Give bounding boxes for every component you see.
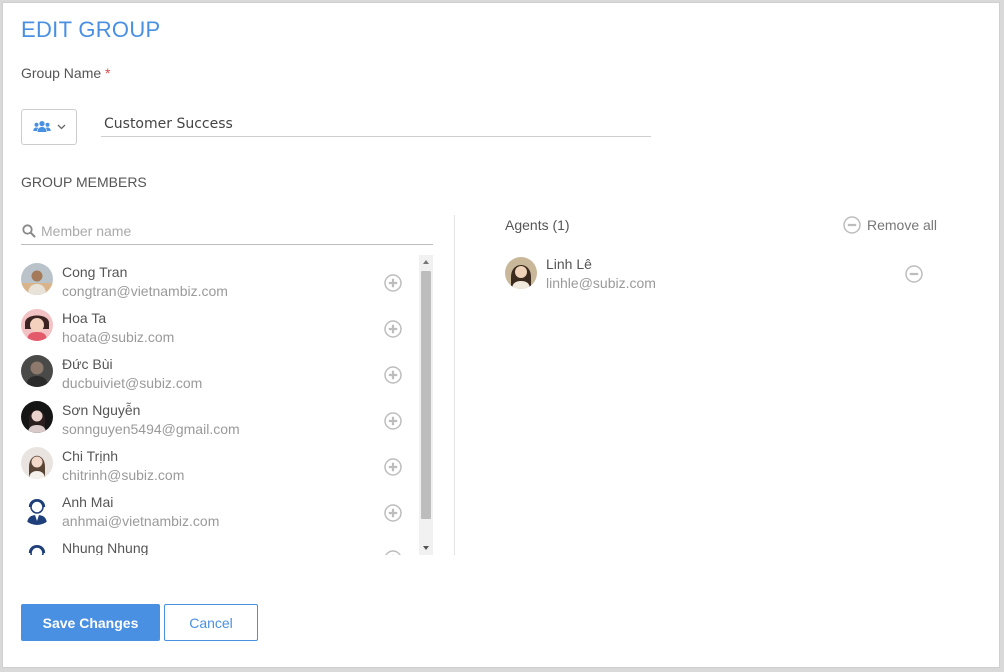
- scroll-up-icon[interactable]: [419, 255, 433, 269]
- scroll-down-icon[interactable]: [419, 541, 433, 555]
- list-item: Hoa Ta hoata@subiz.com: [21, 301, 416, 347]
- remove-all-button[interactable]: Remove all: [843, 216, 937, 234]
- member-name: Hoa Ta: [62, 310, 107, 326]
- member-name: Nhung Nhung: [62, 540, 149, 555]
- list-item: Đức Bùi ducbuiviet@subiz.com: [21, 347, 416, 393]
- avatar: [21, 401, 53, 433]
- avatar: [21, 355, 53, 387]
- member-search: [21, 218, 433, 245]
- member-search-input[interactable]: [41, 220, 421, 242]
- save-changes-button[interactable]: Save Changes: [21, 604, 160, 641]
- agents-count: Agents (1): [505, 217, 570, 233]
- add-member-icon[interactable]: [384, 412, 402, 430]
- agent-item: Linh Lê linhle@subiz.com: [505, 251, 925, 297]
- member-name: Chi Trịnh: [62, 448, 119, 464]
- scrollbar-thumb[interactable]: [421, 271, 431, 519]
- list-item: Anh Mai anhmai@vietnambiz.com: [21, 485, 416, 531]
- list-item: Chi Trịnh chitrinh@subiz.com: [21, 439, 416, 485]
- minus-circle-icon: [843, 216, 861, 234]
- chevron-down-icon: [57, 124, 65, 130]
- agent-name: Linh Lê: [546, 256, 592, 272]
- avatar: [21, 447, 53, 479]
- member-email: congtran@vietnambiz.com: [62, 283, 228, 299]
- group-icon-picker[interactable]: [21, 109, 77, 145]
- member-name: Cong Tran: [62, 264, 128, 280]
- group-name-label-text: Group Name: [21, 65, 102, 81]
- member-list: Cong Tran congtran@vietnambiz.com Hoa Ta…: [21, 255, 416, 555]
- member-name: Sơn Nguyễn: [62, 402, 141, 418]
- add-member-icon[interactable]: [384, 274, 402, 292]
- page-title: EDIT GROUP: [21, 17, 161, 42]
- add-member-icon[interactable]: [384, 320, 402, 338]
- member-email: hoata@subiz.com: [62, 329, 175, 345]
- member-name: Đức Bùi: [62, 356, 113, 372]
- avatar: [505, 257, 537, 289]
- users-icon: [32, 121, 51, 132]
- member-email: sonnguyen5494@gmail.com: [62, 421, 240, 437]
- avatar: [21, 493, 53, 525]
- member-email: ducbuiviet@subiz.com: [62, 375, 203, 391]
- member-list-scrollbar[interactable]: [419, 255, 433, 555]
- agent-email: linhle@subiz.com: [546, 275, 656, 291]
- search-icon: [22, 224, 36, 238]
- list-item: Cong Tran congtran@vietnambiz.com: [21, 255, 416, 301]
- add-member-icon[interactable]: [384, 458, 402, 476]
- avatar: [21, 309, 53, 341]
- group-name-input[interactable]: [101, 111, 651, 137]
- edit-group-dialog: EDIT GROUP Group Name * GROUP MEMBERS: [2, 2, 1000, 668]
- list-item: Sơn Nguyễn sonnguyen5494@gmail.com: [21, 393, 416, 439]
- remove-all-label: Remove all: [867, 217, 938, 233]
- list-item: Nhung Nhung: [21, 531, 416, 555]
- avatar: [21, 539, 53, 555]
- add-member-icon[interactable]: [384, 366, 402, 384]
- cancel-button[interactable]: Cancel: [164, 604, 258, 641]
- group-name-label: Group Name *: [21, 65, 111, 81]
- member-name: Anh Mai: [62, 494, 114, 510]
- member-email: anhmai@vietnambiz.com: [62, 513, 220, 529]
- member-email: chitrinh@subiz.com: [62, 467, 185, 483]
- remove-agent-icon[interactable]: [905, 265, 923, 283]
- column-divider: [454, 215, 455, 555]
- avatar: [21, 263, 53, 295]
- add-member-icon[interactable]: [384, 504, 402, 522]
- add-member-icon[interactable]: [384, 550, 402, 555]
- required-mark: *: [105, 65, 111, 81]
- group-members-label: GROUP MEMBERS: [21, 174, 147, 190]
